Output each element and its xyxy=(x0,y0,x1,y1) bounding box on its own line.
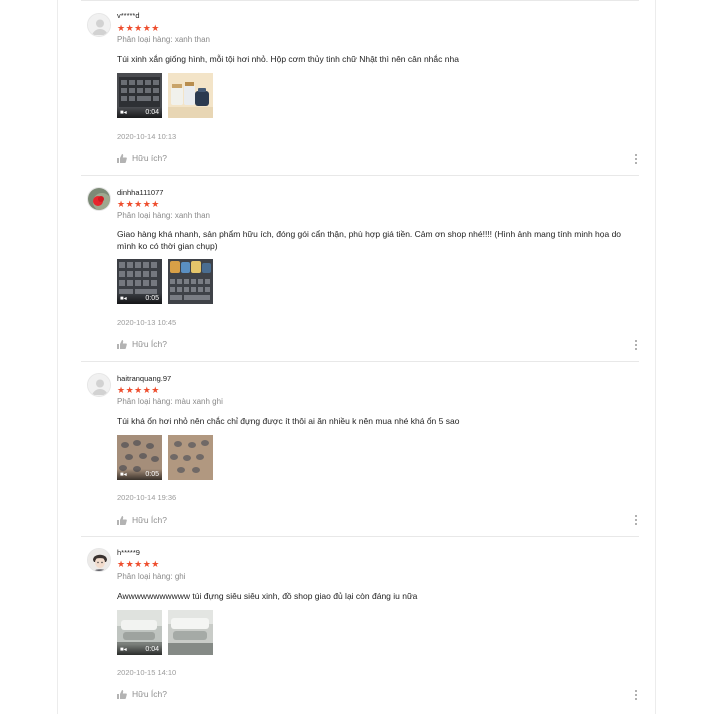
review-media: ■◂ 0:05 xyxy=(117,259,217,304)
keyboard-bags-photo xyxy=(168,259,213,304)
review-photo-thumbnail[interactable] xyxy=(168,435,213,480)
review-comment: Giao hàng khá nhanh, sản phẩm hữu ích, đ… xyxy=(117,229,622,251)
review-video-thumbnail[interactable]: ■◂ 0:05 xyxy=(117,435,162,480)
video-camera-icon: ■◂ xyxy=(120,296,127,302)
user-silhouette-icon xyxy=(88,14,110,36)
avatar[interactable] xyxy=(87,548,111,572)
review-video-thumbnail[interactable]: ■◂ 0:04 xyxy=(117,610,162,655)
thumbs-up-icon xyxy=(117,339,127,349)
bag-closeup-photo xyxy=(168,435,213,480)
star-rating: ★★★★★ xyxy=(117,385,160,395)
more-vertical-icon[interactable] xyxy=(633,340,639,352)
review-photo-thumbnail[interactable] xyxy=(168,259,213,304)
video-duration: 0:04 xyxy=(145,109,159,116)
video-duration: 0:05 xyxy=(145,471,159,478)
helpful-button[interactable]: Hữu ích? xyxy=(117,153,167,163)
more-vertical-icon[interactable] xyxy=(633,515,639,527)
helpful-button[interactable]: Hữu Ích? xyxy=(117,689,167,699)
review-comment: Túi khá ổn hơi nhỏ nên chắc chỉ đựng đượ… xyxy=(117,416,460,426)
star-rating: ★★★★★ xyxy=(117,23,160,33)
review-date: 2020-10-13 10:45 xyxy=(117,318,177,327)
video-duration: 0:04 xyxy=(145,646,159,653)
review-username[interactable]: h*****9 xyxy=(117,548,140,557)
review-username[interactable]: dinhha111077 xyxy=(117,188,163,197)
review-media: ■◂ 0:04 xyxy=(117,73,217,118)
lunch-bag-photo xyxy=(168,73,213,118)
star-rating: ★★★★★ xyxy=(117,559,160,569)
review-date: 2020-10-14 10:13 xyxy=(117,132,177,141)
helpful-button[interactable]: Hữu Ích? xyxy=(117,515,167,525)
review-username[interactable]: haitranquang.97 xyxy=(117,374,171,383)
user-photo-avatar xyxy=(88,549,110,571)
video-duration: 0:05 xyxy=(145,295,159,302)
helpful-label: Hữu Ích? xyxy=(132,689,167,699)
video-camera-icon: ■◂ xyxy=(120,647,127,653)
avatar[interactable] xyxy=(87,373,111,397)
more-vertical-icon[interactable] xyxy=(633,690,639,702)
thumbs-up-icon xyxy=(117,153,127,163)
review-comment: Awwwwwwwwwww túi đựng siêu siêu xinh, đồ… xyxy=(117,591,418,601)
review-item: dinhha111077 ★★★★★ Phân loại hàng: xanh … xyxy=(81,175,639,362)
review-media: ■◂ 0:05 xyxy=(117,435,217,480)
product-variant: Phân loại hàng: xanh than xyxy=(117,211,210,220)
review-media: ■◂ 0:04 xyxy=(117,610,217,655)
review-photo-thumbnail[interactable] xyxy=(168,73,213,118)
review-item: haitranquang.97 ★★★★★ Phân loại hàng: mà… xyxy=(81,361,639,537)
helpful-label: Hữu Ích? xyxy=(132,339,167,349)
thumbs-up-icon xyxy=(117,515,127,525)
avatar[interactable] xyxy=(87,13,111,37)
review-date: 2020-10-14 19:36 xyxy=(117,493,177,502)
helpful-label: Hữu Ích? xyxy=(132,515,167,525)
helpful-button[interactable]: Hữu Ích? xyxy=(117,339,167,349)
review-item: h*****9 ★★★★★ Phân loại hàng: ghi Awwwww… xyxy=(81,536,639,715)
review-video-thumbnail[interactable]: ■◂ 0:04 xyxy=(117,73,162,118)
review-item: v*****d ★★★★★ Phân loại hàng: xanh than … xyxy=(81,0,639,176)
user-silhouette-icon xyxy=(88,374,110,396)
more-vertical-icon[interactable] xyxy=(633,154,639,166)
review-video-thumbnail[interactable]: ■◂ 0:05 xyxy=(117,259,162,304)
review-date: 2020-10-15 14:10 xyxy=(117,668,177,677)
review-comment: Túi xinh xắn giống hình, mỗi tội hơi nhỏ… xyxy=(117,54,459,64)
review-photo-thumbnail[interactable] xyxy=(168,610,213,655)
product-variant: Phân loại hàng: màu xanh ghi xyxy=(117,397,223,406)
helpful-label: Hữu ích? xyxy=(132,153,167,163)
user-photo-avatar xyxy=(88,188,110,210)
review-username[interactable]: v*****d xyxy=(117,11,140,20)
video-overlay: ■◂ 0:04 xyxy=(117,644,162,655)
product-variant: Phân loại hàng: xanh than xyxy=(117,35,210,44)
avatar[interactable] xyxy=(87,187,111,211)
video-camera-icon: ■◂ xyxy=(120,110,127,116)
video-overlay: ■◂ 0:04 xyxy=(117,107,162,118)
thumbs-up-icon xyxy=(117,689,127,699)
video-overlay: ■◂ 0:05 xyxy=(117,469,162,480)
product-variant: Phân loại hàng: ghi xyxy=(117,572,186,581)
video-camera-icon: ■◂ xyxy=(120,472,127,478)
bag-packaging-photo xyxy=(168,610,213,655)
video-overlay: ■◂ 0:05 xyxy=(117,293,162,304)
star-rating: ★★★★★ xyxy=(117,199,160,209)
